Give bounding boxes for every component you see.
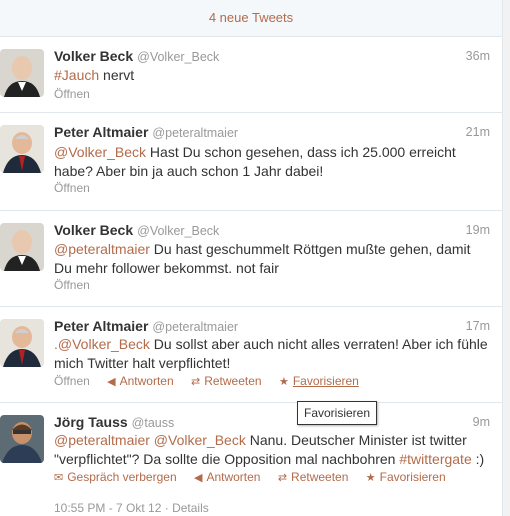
tweet-item[interactable]: Peter Altmaier @peteraltmaier 21m @Volker… — [0, 113, 502, 211]
tweet-item[interactable]: Volker Beck @Volker_Beck 19m @peteraltmai… — [0, 211, 502, 307]
author-name[interactable]: Jörg Tauss @tauss — [54, 414, 174, 430]
retweet-label: Retweeten — [204, 374, 262, 388]
favorite-button[interactable]: ★ Favorisieren — [279, 374, 359, 388]
avatar[interactable] — [0, 49, 44, 97]
retweet-button[interactable]: ⇄ Retweeten — [191, 374, 262, 388]
star-icon: ★ — [278, 376, 289, 388]
open-tweet-button[interactable]: Öffnen — [54, 181, 90, 195]
tweet-time[interactable]: 9m — [473, 415, 490, 429]
avatar[interactable] — [0, 223, 44, 271]
tweet-actions: ✉ Gespräch verbergen ◀ Antworten ⇄ Retweete… — [54, 470, 460, 484]
reply-icon: ◀ — [193, 472, 203, 484]
tweet-text-segment: nervt — [99, 67, 135, 83]
avatar[interactable] — [0, 319, 44, 367]
reply-label: Antworten — [206, 470, 261, 484]
author-handle[interactable]: @tauss — [132, 416, 175, 430]
tweet-text: @Volker_Beck Hast Du schon gesehen, dass… — [54, 143, 490, 181]
tweet-item[interactable]: Jörg Tauss @tauss 9m @peteraltmaier @Volk… — [0, 403, 502, 516]
tweet-text: @peteraltmaier @Volker_Beck Nanu. Deutsc… — [54, 431, 490, 469]
scrollbar[interactable] — [503, 0, 510, 516]
conversation-label: Gespräch verbergen — [67, 470, 177, 484]
speech-bubble-icon: ✉ — [54, 472, 64, 484]
tweet-actions: Öffnen — [54, 87, 104, 101]
reply-button[interactable]: ◀ Antworten — [194, 470, 261, 484]
tweet-text: @peteraltmaier Du hast geschummelt Röttg… — [54, 240, 490, 278]
author-name[interactable]: Peter Altmaier @peteraltmaier — [54, 124, 238, 140]
reply-label: Antworten — [119, 374, 174, 388]
mention-link[interactable]: @peteraltmaier @Volker_Beck — [54, 432, 246, 448]
timeline: 4 neue Tweets Volker Beck @Volker_Beck 36… — [0, 0, 503, 516]
reply-icon: ◀ — [107, 376, 116, 388]
tweet-time[interactable]: 21m — [466, 125, 490, 139]
retweet-icon: ⇄ — [191, 376, 201, 388]
tweet-item[interactable]: Peter Altmaier @peteraltmaier 17m .@Volke… — [0, 307, 502, 403]
meta-separator: · — [164, 501, 173, 515]
author-handle[interactable]: @peteraltmaier — [152, 126, 238, 140]
avatar[interactable] — [0, 415, 44, 463]
hashtag-link[interactable]: #twittergate — [399, 451, 471, 467]
tweet-actions: Öffnen ◀ Antworten ⇄ Retweeten ★ Favorisier… — [54, 374, 373, 388]
author-name[interactable]: Volker Beck @Volker_Beck — [54, 48, 219, 64]
star-icon: ★ — [365, 472, 376, 484]
favorite-label: Favorisieren — [379, 470, 446, 484]
avatar[interactable] — [0, 125, 44, 173]
retweet-label: Retweeten — [291, 470, 349, 484]
mention-link[interactable]: .@Volker_Beck — [54, 336, 150, 352]
tweet-time[interactable]: 36m — [466, 49, 490, 63]
retweet-button[interactable]: ⇄ Retweeten — [278, 470, 349, 484]
tweet-text: .@Volker_Beck Du sollst aber auch nicht … — [54, 335, 490, 373]
tweet-actions: Öffnen — [54, 278, 104, 292]
tweet-time[interactable]: 17m — [466, 319, 490, 333]
open-tweet-button[interactable]: Öffnen — [54, 278, 90, 292]
author-handle[interactable]: @Volker_Beck — [137, 224, 219, 238]
favorite-tooltip: Favorisieren — [297, 401, 378, 425]
details-link[interactable]: Details — [172, 501, 209, 515]
open-tweet-button[interactable]: Öffnen — [54, 87, 90, 101]
open-tweet-button[interactable]: Öffnen — [54, 374, 90, 388]
favorite-button[interactable]: ★ Favorisieren — [366, 470, 446, 484]
tweet-text: #Jauch nervt — [54, 66, 490, 85]
hashtag-link[interactable]: #Jauch — [54, 67, 99, 83]
tweet-actions: Öffnen — [54, 181, 104, 195]
author-name[interactable]: Peter Altmaier @peteraltmaier — [54, 318, 238, 334]
author-handle[interactable]: @peteraltmaier — [152, 320, 238, 334]
retweet-icon: ⇄ — [277, 472, 288, 484]
new-tweets-banner[interactable]: 4 neue Tweets — [0, 0, 502, 37]
favorite-label: Favorisieren — [292, 374, 359, 388]
tweet-meta: 10:55 PM - 7 Okt 12 · Details — [54, 501, 209, 515]
hide-conversation-button[interactable]: ✉ Gespräch verbergen — [54, 470, 177, 484]
author-name[interactable]: Volker Beck @Volker_Beck — [54, 222, 219, 238]
mention-link[interactable]: @peteraltmaier — [54, 241, 150, 257]
tweet-timestamp[interactable]: 10:55 PM - 7 Okt 12 — [54, 501, 161, 515]
tweet-time[interactable]: 19m — [466, 223, 490, 237]
tweet-text-segment: :) — [471, 451, 485, 467]
tweet-item[interactable]: Volker Beck @Volker_Beck 36m #Jauch nervt… — [0, 37, 502, 113]
mention-link[interactable]: @Volker_Beck — [54, 144, 146, 160]
author-handle[interactable]: @Volker_Beck — [137, 50, 219, 64]
reply-button[interactable]: ◀ Antworten — [107, 374, 174, 388]
